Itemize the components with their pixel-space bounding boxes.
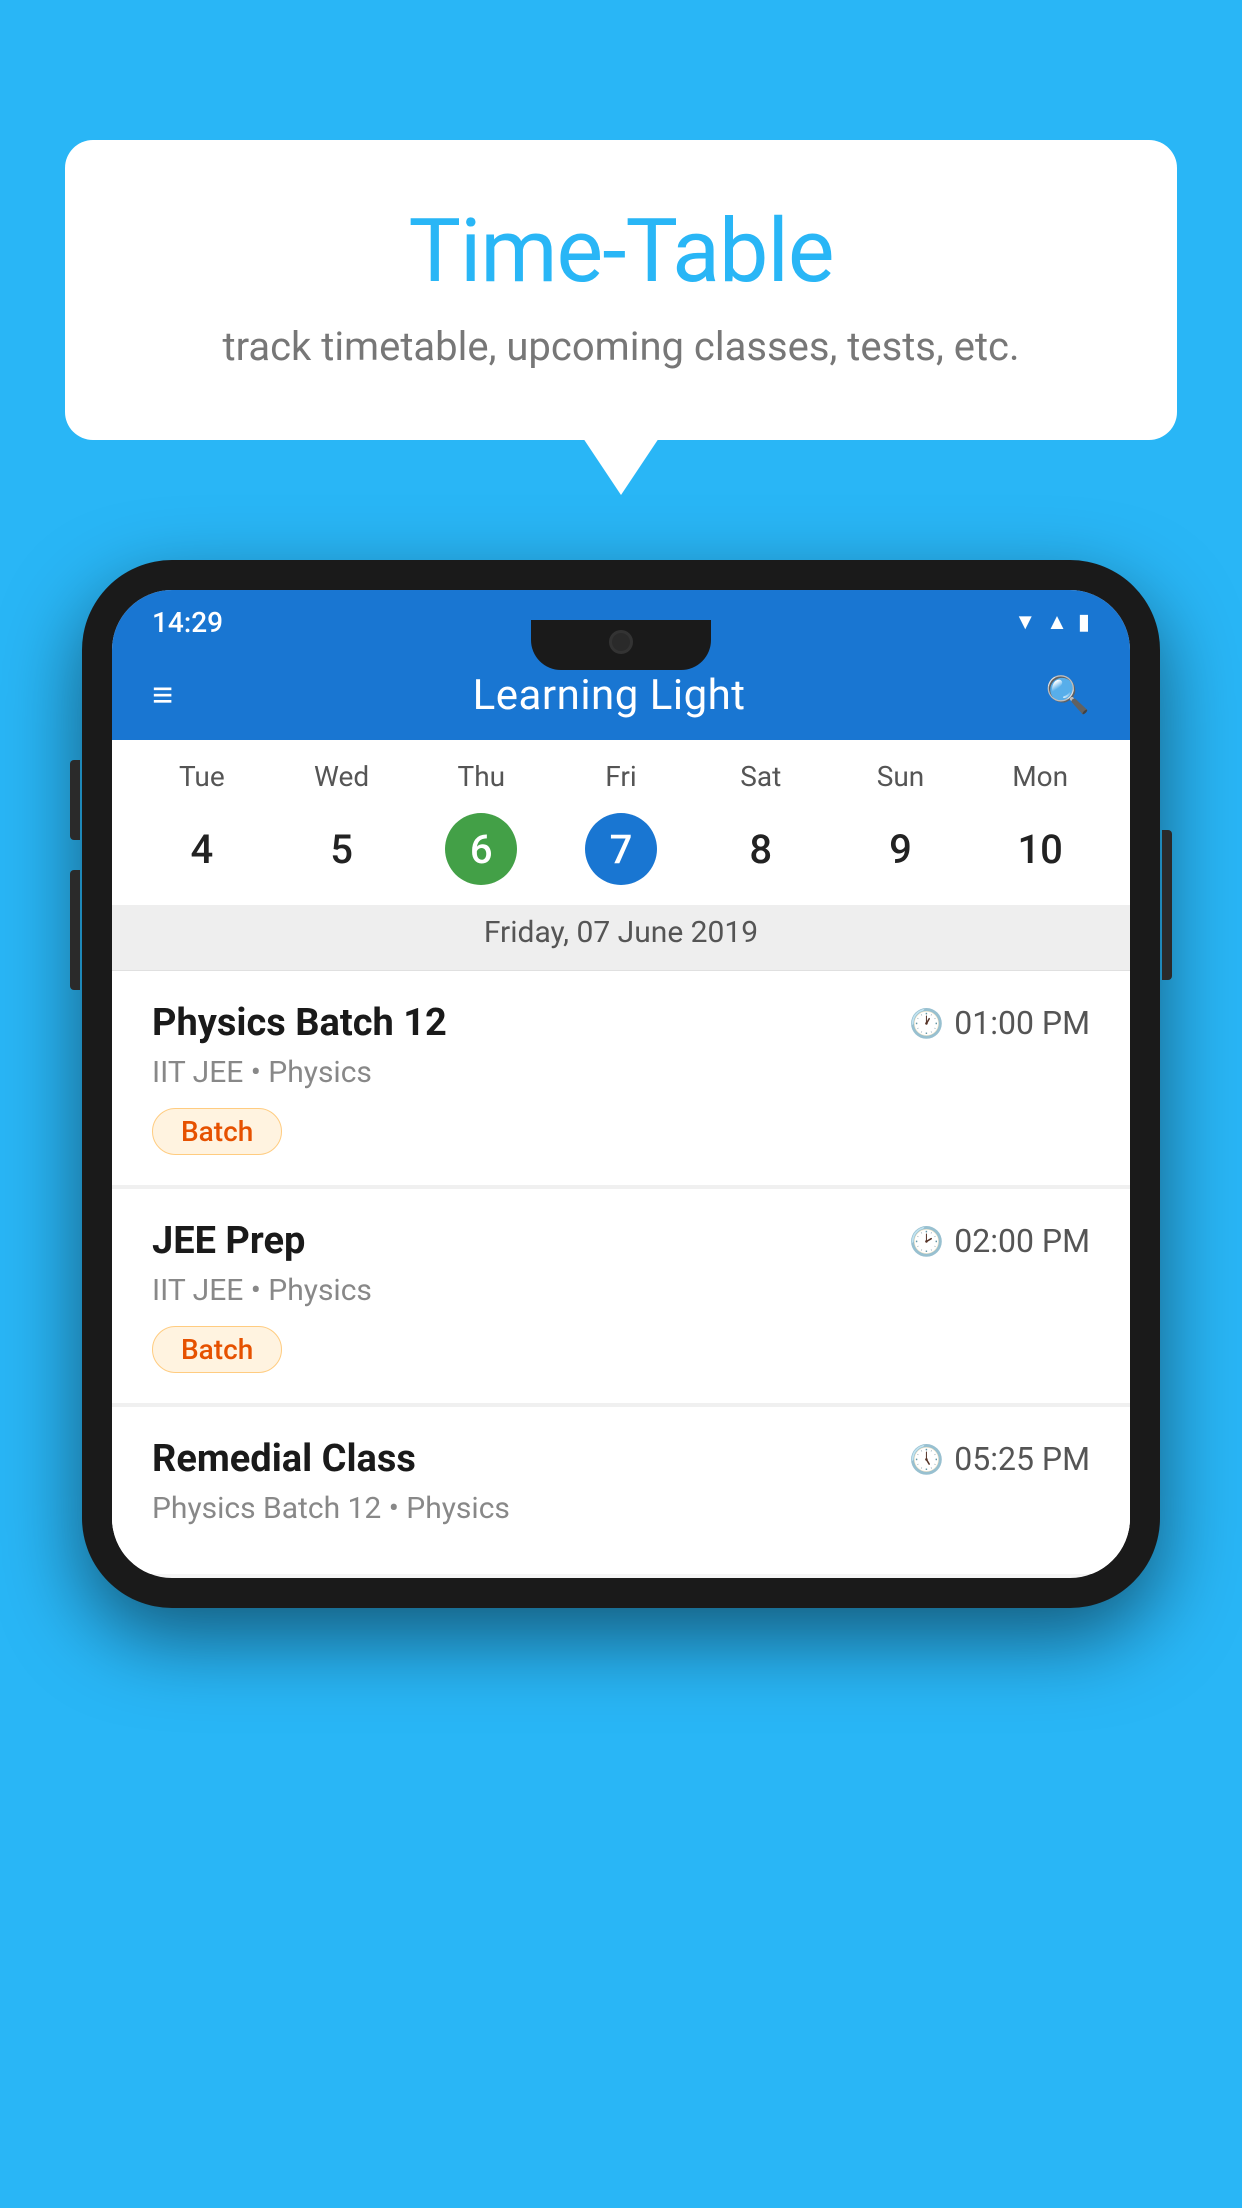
battery-icon: ▮ [1078,610,1090,635]
schedule-time-2: 🕑 02:00 PM [909,1222,1090,1260]
schedule-subject-1: IIT JEE • Physics [152,1055,1090,1090]
day-header-fri: Fri [551,760,691,793]
schedule-title-2: JEE Prep [152,1219,305,1263]
bubble-subtitle: track timetable, upcoming classes, tests… [145,323,1097,370]
schedule-time-value-2: 02:00 PM [954,1222,1090,1260]
search-icon[interactable]: 🔍 [1045,674,1090,716]
day-5[interactable]: 5 [272,813,412,885]
batch-badge-2: Batch [152,1326,282,1373]
day-circle-5: 5 [306,813,378,885]
phone-screen: 14:29 ▼ ▲ ▮ ≡ Learning Light 🔍 Tue Wed T… [112,590,1130,1578]
app-title: Learning Light [473,671,746,720]
phone-camera [609,630,633,654]
schedule-item-1-top: Physics Batch 12 🕐 01:00 PM [152,1001,1090,1045]
day-4[interactable]: 4 [132,813,272,885]
schedule-item-3-top: Remedial Class 🕔 05:25 PM [152,1437,1090,1481]
status-time: 14:29 [152,606,223,639]
phone-body: 14:29 ▼ ▲ ▮ ≡ Learning Light 🔍 Tue Wed T… [82,560,1160,1608]
day-header-wed: Wed [272,760,412,793]
day-header-sun: Sun [831,760,971,793]
bubble-title: Time-Table [145,200,1097,303]
schedule-title-3: Remedial Class [152,1437,416,1481]
day-header-sat: Sat [691,760,831,793]
selected-date: Friday, 07 June 2019 [112,905,1130,970]
calendar-strip: Tue Wed Thu Fri Sat Sun Mon 4 5 [112,740,1130,971]
phone-wrapper: 14:29 ▼ ▲ ▮ ≡ Learning Light 🔍 Tue Wed T… [82,560,1160,1608]
day-8[interactable]: 8 [691,813,831,885]
day-9[interactable]: 9 [831,813,971,885]
day-circle-8: 8 [725,813,797,885]
day-6[interactable]: 6 [411,813,551,885]
speech-bubble-area: Time-Table track timetable, upcoming cla… [65,140,1177,440]
speech-bubble: Time-Table track timetable, upcoming cla… [65,140,1177,440]
schedule-title-1: Physics Batch 12 [152,1001,447,1045]
clock-icon-2: 🕑 [909,1225,944,1258]
schedule-time-value-3: 05:25 PM [954,1440,1090,1478]
clock-icon-3: 🕔 [909,1443,944,1476]
schedule-item-1[interactable]: Physics Batch 12 🕐 01:00 PM IIT JEE • Ph… [112,971,1130,1185]
schedule-time-3: 🕔 05:25 PM [909,1440,1090,1478]
day-header-tue: Tue [132,760,272,793]
wifi-icon: ▼ [1014,609,1036,635]
day-10[interactable]: 10 [970,813,1110,885]
day-circle-6: 6 [445,813,517,885]
schedule-time-1: 🕐 01:00 PM [909,1004,1090,1042]
day-circle-4: 4 [166,813,238,885]
phone-button-volume-down [70,870,80,990]
schedule-subject-3: Physics Batch 12 • Physics [152,1491,1090,1526]
phone-notch [531,620,711,670]
schedule-item-3[interactable]: Remedial Class 🕔 05:25 PM Physics Batch … [112,1407,1130,1574]
day-7[interactable]: 7 [551,813,691,885]
day-headers: Tue Wed Thu Fri Sat Sun Mon [112,740,1130,803]
schedule-item-2-top: JEE Prep 🕑 02:00 PM [152,1219,1090,1263]
phone-button-volume-up [70,760,80,840]
day-circle-7: 7 [585,813,657,885]
schedule-item-2[interactable]: JEE Prep 🕑 02:00 PM IIT JEE • Physics Ba… [112,1189,1130,1403]
status-icons: ▼ ▲ ▮ [1014,609,1090,635]
day-header-mon: Mon [970,760,1110,793]
batch-badge-1: Batch [152,1108,282,1155]
day-numbers: 4 5 6 7 8 9 [112,803,1130,905]
clock-icon-1: 🕐 [909,1007,944,1040]
schedule-subject-2: IIT JEE • Physics [152,1273,1090,1308]
schedule-time-value-1: 01:00 PM [954,1004,1090,1042]
day-header-thu: Thu [411,760,551,793]
phone-button-power [1162,830,1172,980]
schedule-list: Physics Batch 12 🕐 01:00 PM IIT JEE • Ph… [112,971,1130,1574]
signal-icon: ▲ [1046,609,1068,635]
menu-icon[interactable]: ≡ [152,677,173,713]
day-circle-9: 9 [864,813,936,885]
day-circle-10: 10 [1004,813,1076,885]
